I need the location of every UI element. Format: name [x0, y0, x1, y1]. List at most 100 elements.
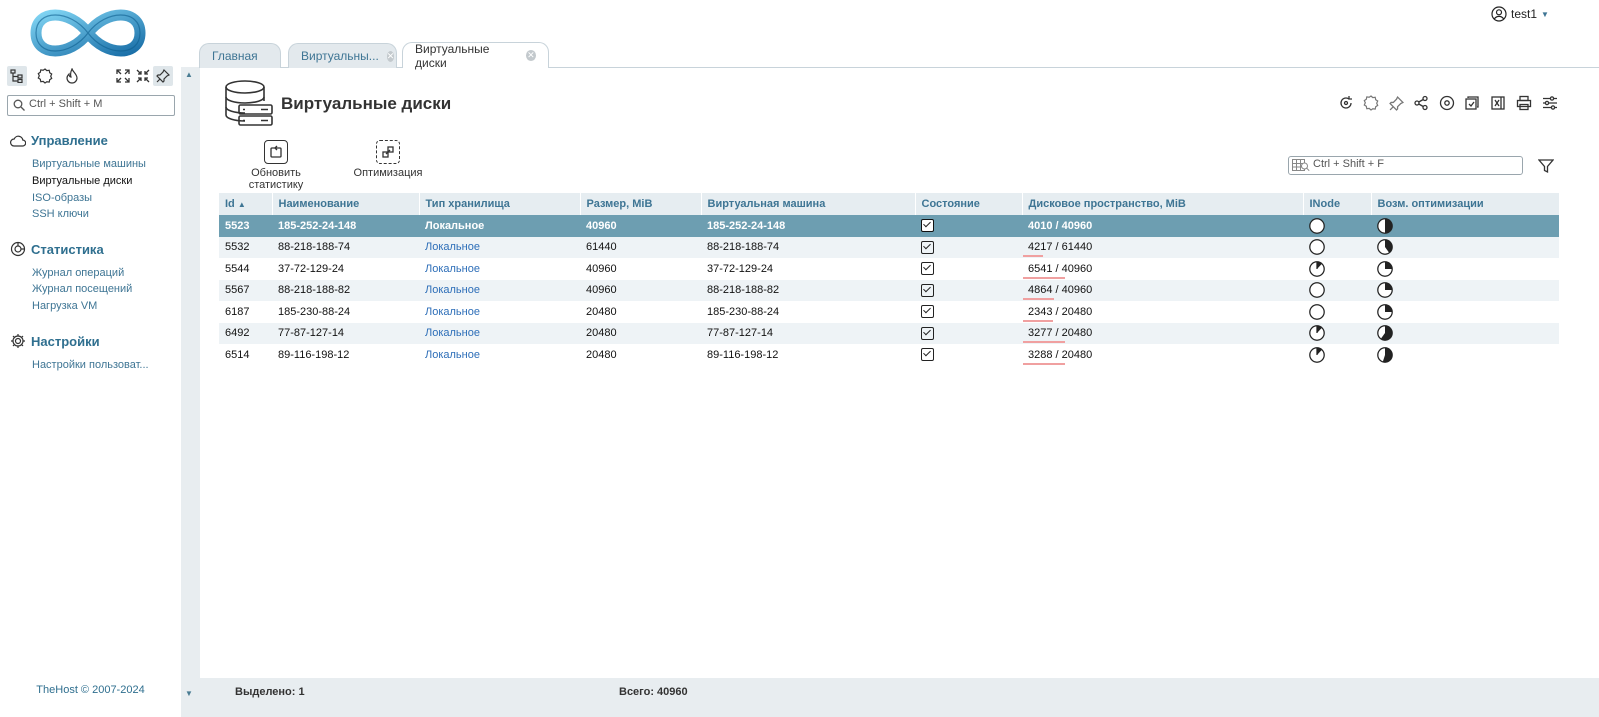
scroll-up-icon[interactable]: ▲ — [185, 70, 193, 79]
optimize-button[interactable]: Оптимизация — [353, 140, 423, 179]
optimization-pie-icon — [1377, 282, 1393, 299]
refresh-stats-button[interactable]: Обновить статистику — [223, 140, 329, 191]
sidebar-item-visit-log[interactable]: Журнал посещений — [32, 283, 132, 295]
tab-home[interactable]: Главная — [199, 43, 281, 68]
pin-icon[interactable] — [153, 66, 173, 86]
optimization-pie-icon — [1377, 260, 1393, 277]
table-filter-input[interactable] — [1313, 158, 1513, 170]
badge-icon[interactable] — [35, 66, 55, 86]
close-icon[interactable]: ✕ — [386, 50, 395, 62]
column-header-optimization[interactable]: Возм. оптимизации — [1370, 193, 1559, 215]
collapse-icon[interactable] — [133, 66, 153, 86]
cell-storage-link[interactable]: Локальное — [419, 344, 580, 366]
table-row[interactable]: 6492 77-87-127-14 Локальное 20480 77-87-… — [219, 322, 1559, 344]
pin-icon[interactable] — [1387, 94, 1405, 112]
column-header-vm[interactable]: Виртуальная машина — [700, 193, 915, 215]
sidebar-group-statistics[interactable]: Статистика — [10, 241, 104, 257]
cell-optimization — [1371, 279, 1559, 301]
sidebar-item-user-settings[interactable]: Настройки пользоват... — [32, 359, 149, 371]
sidebar-group-title: Управление — [31, 133, 108, 148]
column-header-inode[interactable]: INode — [1302, 193, 1371, 215]
column-header-id[interactable]: Id ▲ — [219, 193, 272, 215]
share-icon[interactable] — [1412, 94, 1430, 112]
tab-label: Виртуальны... — [301, 49, 379, 63]
disk-usage-bar — [1023, 341, 1065, 344]
cell-storage-link[interactable]: Локальное — [419, 301, 580, 323]
sidebar-item-vm-load[interactable]: Нагрузка VM — [32, 300, 97, 312]
menu-search-input[interactable] — [29, 98, 169, 110]
table-row[interactable]: 6514 89-116-198-12 Локальное 20480 89-11… — [219, 344, 1559, 366]
tree-view-icon[interactable] — [7, 66, 27, 86]
table-row[interactable]: 5544 37-72-129-24 Локальное 40960 37-72-… — [219, 258, 1559, 280]
refresh-icon[interactable] — [1337, 94, 1355, 112]
table-row[interactable]: 5523 185-252-24-148 Локальное 40960 185-… — [219, 215, 1559, 237]
sidebar-group-management[interactable]: Управление — [10, 133, 108, 148]
refresh-stats-label: Обновить статистику — [248, 167, 304, 191]
sidebar-item-iso-images[interactable]: ISO-образы — [32, 192, 92, 204]
table-filter-field[interactable] — [1288, 156, 1523, 175]
sidebar-item-virtual-disks[interactable]: Виртуальные диски — [32, 175, 132, 187]
disc-icon[interactable] — [1438, 94, 1456, 112]
user-menu[interactable]: test1 ▼ — [1491, 6, 1549, 22]
disk-total: 40960 — [1061, 262, 1093, 275]
table-row[interactable]: 5532 88-218-188-74 Локальное 61440 88-21… — [219, 236, 1559, 258]
column-header-storage-type[interactable]: Тип хранилища — [418, 193, 580, 215]
cell-state — [915, 215, 1022, 237]
cell-state — [915, 258, 1022, 280]
cell-disk-space: 3277 / 20480 — [1022, 322, 1303, 344]
optimization-pie-icon — [1377, 239, 1393, 256]
sidebar-item-virtual-machines[interactable]: Виртуальные машины — [32, 158, 146, 170]
scroll-down-icon[interactable]: ▼ — [185, 689, 193, 698]
column-header-size[interactable]: Размер, MiB — [579, 193, 701, 215]
sidebar-group-settings[interactable]: Настройки — [10, 333, 100, 349]
disk-usage-bar — [1023, 319, 1053, 322]
state-on-checkbox-icon — [921, 219, 934, 233]
refresh-stats-icon — [264, 140, 288, 164]
close-icon[interactable]: ✕ — [525, 50, 536, 61]
cloud-icon — [10, 135, 26, 147]
disk-used: 4864 — [1028, 284, 1053, 297]
cell-size: 61440 — [580, 236, 701, 258]
cell-name: 185-230-88-24 — [278, 305, 351, 318]
optimization-pie-icon — [1377, 303, 1393, 320]
cell-vm: 89-116-198-12 — [707, 348, 779, 361]
cell-id: 5567 — [219, 279, 272, 301]
table-row[interactable]: 6187 185-230-88-24 Локальное 20480 185-2… — [219, 301, 1559, 323]
inode-pie-icon — [1309, 217, 1325, 234]
excel-export-icon[interactable] — [1489, 94, 1507, 112]
filter-icon[interactable] — [1537, 158, 1555, 177]
sidebar-scrollbar[interactable]: ▲ ▼ — [181, 67, 200, 717]
flame-icon[interactable] — [62, 66, 82, 86]
sidebar-item-operation-log[interactable]: Журнал операций — [32, 267, 124, 279]
settings-sliders-icon[interactable] — [1541, 94, 1559, 112]
cell-inode — [1303, 344, 1371, 366]
user-name: test1 — [1511, 7, 1538, 21]
cell-storage-link[interactable]: Локальное — [419, 215, 580, 237]
tab-virtual-machines[interactable]: Виртуальны... ✕ — [288, 43, 397, 68]
badge-icon[interactable] — [1362, 94, 1380, 112]
tab-virtual-disks[interactable]: Виртуальные диски ✕ — [402, 42, 549, 70]
cell-vm: 88-218-188-82 — [701, 279, 915, 301]
cell-name: 88-218-188-82 — [272, 279, 419, 301]
expand-icon[interactable] — [113, 66, 133, 86]
checklist-icon[interactable] — [1463, 94, 1481, 112]
disk-space-value: 4864 / 40960 — [1023, 284, 1092, 301]
column-header-name[interactable]: Наименование — [271, 193, 419, 215]
table-row[interactable]: 5567 88-218-188-82 Локальное 40960 88-21… — [219, 279, 1559, 301]
menu-search-field[interactable] — [7, 95, 175, 116]
sidebar-item-ssh-keys[interactable]: SSH ключи — [32, 208, 89, 220]
disk-used: 3277 — [1028, 327, 1053, 340]
cell-vm: 37-72-129-24 — [707, 262, 774, 275]
cell-storage-link[interactable]: Локальное — [419, 236, 580, 258]
cell-storage-link[interactable]: Локальное — [419, 279, 580, 301]
print-icon[interactable] — [1515, 94, 1533, 112]
cell-storage-link[interactable]: Локальное — [419, 258, 580, 280]
column-header-state[interactable]: Состояние — [914, 193, 1022, 215]
disks-table: Id ▲ Наименование Тип хранилища Размер, … — [219, 193, 1559, 366]
cell-state — [915, 236, 1022, 258]
cell-storage-link[interactable]: Локальное — [419, 322, 580, 344]
cell-id: 6187 — [225, 305, 250, 318]
inode-pie-icon — [1309, 239, 1325, 256]
table-header-row: Id ▲ Наименование Тип хранилища Размер, … — [219, 193, 1559, 215]
column-header-disk-space[interactable]: Дисковое пространство, MiB — [1021, 193, 1303, 215]
